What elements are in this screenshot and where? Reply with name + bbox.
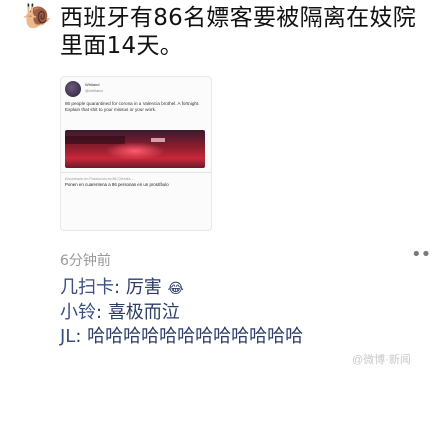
card-tweet-text: 86 people quarantined for corona in a Va… [65, 101, 200, 112]
red-light-glow [105, 142, 165, 160]
comment-separator: : [96, 302, 103, 323]
roof-shape [65, 136, 125, 144]
sign-shape [151, 138, 165, 142]
comment-item: JL: 哈哈哈哈哈哈哈哈哈哈哈哈 [60, 325, 430, 349]
comment-separator: : [75, 326, 82, 347]
card-handle: @whiland [85, 88, 103, 93]
card-divider [61, 172, 211, 173]
author-avatar-emoji[interactable]: 🐌 [22, 2, 52, 30]
comment-text: 喜极而泣 [107, 302, 180, 323]
card-avatar [65, 81, 81, 97]
watermark: @微博·新闻 [352, 354, 411, 366]
laugh-cry-emoji-icon: 😂 [167, 281, 184, 297]
card-username: Whiland [85, 82, 100, 87]
comment-separator: : [114, 277, 121, 298]
comments-list: 几扫卡: 厉害 😂 小铃: 喜极而泣 JL: 哈哈哈哈哈哈哈哈哈哈哈哈 [60, 276, 430, 349]
more-options-button[interactable]: •• [411, 246, 431, 264]
comment-item: 小铃: 喜极而泣 [60, 301, 430, 325]
card-link-title[interactable]: Ponen en cuarentena a 86 personas en un … [65, 182, 207, 187]
post-text: 西班牙有86名嫖客要被隔离在妓院里面14天。 [60, 5, 417, 59]
post-timestamp: 6分钟前 [60, 253, 111, 269]
comment-author[interactable]: 小铃 [60, 302, 96, 323]
comment-text: 厉害 [125, 277, 162, 298]
comment-text: 哈哈哈哈哈哈哈哈哈哈哈哈 [87, 326, 304, 347]
comment-author[interactable]: JL [60, 326, 75, 347]
shared-tweet-card[interactable]: Whiland @whiland 86 people quarantined f… [60, 76, 212, 231]
comment-author[interactable]: 几扫卡 [60, 277, 114, 298]
card-image[interactable] [65, 130, 205, 168]
card-link-source: Encontrado en Pucicuculo.es 86 Clientes … [65, 177, 135, 181]
comment-item: 几扫卡: 厉害 😂 [60, 276, 430, 301]
